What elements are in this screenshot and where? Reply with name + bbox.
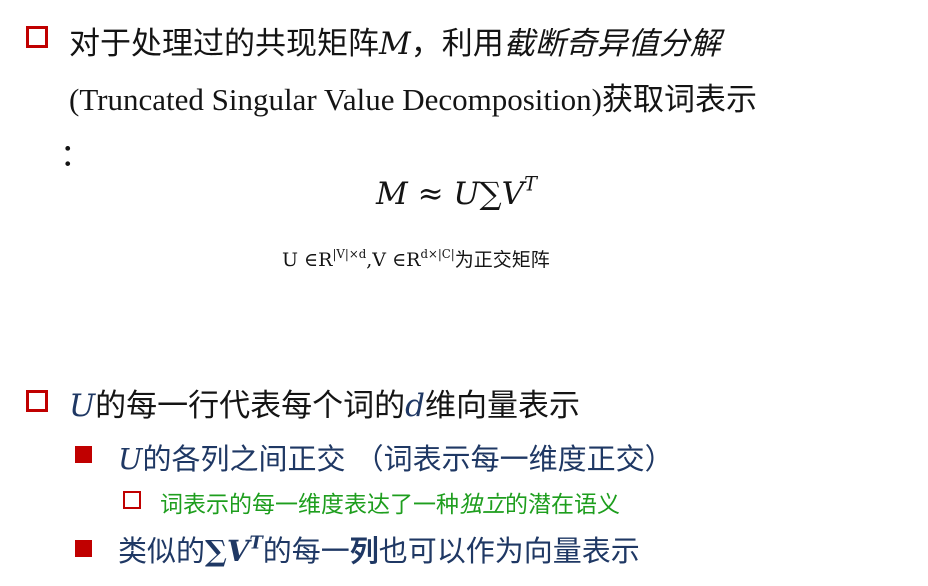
cond-suffix: 为正交矩阵: [454, 249, 550, 271]
subsub1-line: 词表示的每一维度表达了一种独立的潜在语义: [160, 485, 620, 519]
sub2-text-a: 类似的: [118, 534, 206, 568]
svd-formula: M ≈ U∑VT: [376, 172, 537, 212]
cond-v-sup: d×|C|: [420, 246, 455, 261]
sub1-line: U的各列之间正交 （词表示每一维度正交）: [118, 436, 674, 478]
cond-v: ,V ∈R: [366, 249, 421, 271]
bullet1-prefix: 对于处理过的共现矩阵: [69, 26, 379, 62]
sub2-text-c: 也可以作为向量表示: [378, 534, 640, 568]
var-u: U: [69, 388, 96, 424]
sub1-var-u: U: [118, 442, 143, 476]
formula-main-sup: T: [524, 172, 537, 196]
sub1-text: 的各列之间正交 （词表示每一维度正交）: [142, 442, 674, 476]
subsub1-emph: 独立: [459, 492, 505, 518]
bullet2-text-a: 的每一行代表每个词的: [95, 388, 406, 424]
bullet-square-icon: [26, 26, 48, 48]
var-d: d: [405, 388, 425, 424]
bullet-filled-square-icon: [75, 446, 92, 463]
sub2-text-b: 的每一: [262, 534, 350, 568]
method-name-cn: 截断奇异值分解: [503, 26, 721, 62]
bullet-square-icon: [26, 390, 48, 412]
bullet1-line3: ：: [60, 130, 91, 175]
sub2-math: ∑V: [205, 534, 250, 568]
bullet1-middle: ，利用: [410, 26, 504, 62]
sub2-emph: 列: [349, 534, 379, 568]
cond-u-sup: |V|×d: [332, 246, 367, 261]
bullet1-line2: (Truncated Singular Value Decomposition)…: [69, 74, 757, 119]
subsub1-text-a: 词表示的每一维度表达了一种: [160, 492, 459, 518]
bullet1-line1: 对于处理过的共现矩阵M，利用截断奇异值分解: [69, 18, 721, 63]
subsub1-text-b: 的潜在语义: [505, 492, 620, 518]
colon: ：: [60, 138, 91, 174]
method-name-en: (Truncated Singular Value Decomposition)…: [69, 82, 757, 117]
bullet-filled-square-icon: [75, 540, 92, 557]
bullet-square-small-icon: [123, 491, 141, 509]
formula-condition: U ∈R|V|×d,V ∈Rd×|C|为正交矩阵: [282, 245, 550, 272]
sub2-math-sup: T: [249, 532, 263, 554]
matrix-var-m: M: [379, 26, 411, 62]
sub2-line: 类似的∑VT的每一列也可以作为向量表示: [118, 528, 640, 570]
bullet2-line: U的每一行代表每个词的d维向量表示: [69, 380, 580, 425]
cond-u: U ∈R: [282, 249, 333, 271]
formula-main: M ≈ U∑V: [376, 176, 525, 212]
bullet2-text-b: 维向量表示: [425, 388, 580, 424]
